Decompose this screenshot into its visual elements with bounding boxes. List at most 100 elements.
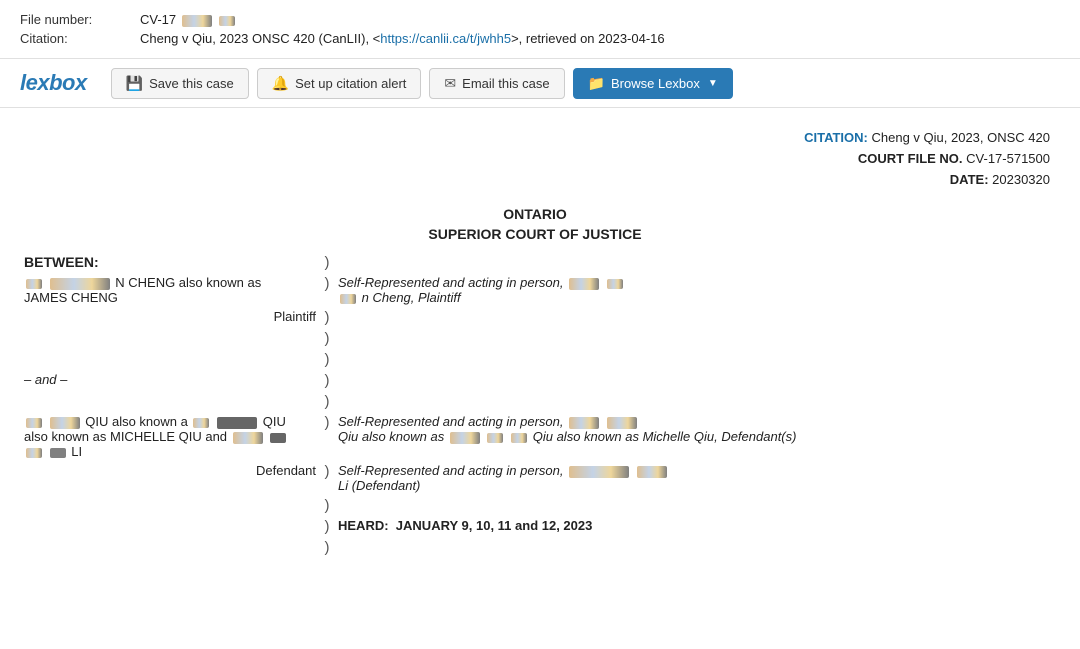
citation-alert-button[interactable]: 🔔 Set up citation alert: [257, 68, 422, 99]
email-case-label: Email this case: [462, 76, 549, 91]
and-separator-cell: – and –: [20, 370, 320, 391]
citation-block: CITATION: Cheng v Qiu, 2023, ONSC 420 CO…: [20, 128, 1050, 190]
browse-lexbox-label: Browse Lexbox: [611, 76, 700, 91]
redacted-srd-5: [511, 433, 527, 443]
self-rep-def-5: Li (Defendant): [338, 478, 420, 493]
plaintiff-role-cell: Plaintiff: [20, 307, 320, 328]
bracket-9: ): [320, 461, 334, 495]
email-icon: ✉: [444, 75, 456, 92]
spacer-row-3: ): [20, 391, 1050, 412]
defendant-name-part2: QIU: [263, 414, 286, 429]
spacer-row-1: ): [20, 328, 1050, 349]
defendant-name-row: QIU also known a QIU also known as MICHE…: [20, 412, 1050, 461]
redacted-srd-6: [569, 466, 629, 478]
jurisdiction: ONTARIO: [20, 206, 1050, 222]
bracket-11: ): [320, 516, 334, 537]
redacted-srd-7: [637, 466, 667, 478]
court-file-line: COURT FILE NO. CV-17-571500: [20, 149, 1050, 170]
bracket-4: ): [320, 328, 334, 349]
self-rep-plaintiff-2: n Cheng, Plaintiff: [362, 290, 461, 305]
self-rep-def-1: Self-Represented and acting in person,: [338, 414, 563, 429]
citation-link[interactable]: https://canlii.ca/t/jwhh5: [380, 31, 511, 46]
save-case-button[interactable]: 💾 Save this case: [111, 68, 249, 99]
redacted-sr-2: [607, 279, 623, 289]
redacted-srd-1: [569, 417, 599, 429]
redacted-block-1: [182, 15, 212, 27]
self-rep-plaintiff-text: Self-Represented and acting in person,: [338, 275, 563, 290]
file-number-row: File number: CV-17: [20, 12, 1060, 27]
right-empty-2: [334, 307, 1050, 328]
defendant-role: Defendant: [256, 463, 316, 478]
date-label: DATE:: [950, 172, 989, 187]
bracket-1: ): [320, 252, 334, 273]
email-case-button[interactable]: ✉ Email this case: [429, 68, 564, 99]
browse-lexbox-button[interactable]: 📁 Browse Lexbox ▼: [573, 68, 733, 99]
file-number-label: File number:: [20, 12, 140, 27]
court-heading: ONTARIO SUPERIOR COURT OF JUSTICE: [20, 206, 1050, 242]
redacted-def-4: [217, 417, 257, 429]
defendant-name-part3: also known as MICHELLE QIU and: [24, 429, 231, 444]
defendant-name-part1: QIU also known a: [85, 414, 188, 429]
heard-cell: HEARD: JANUARY 9, 10, 11 and 12, 2023: [334, 516, 1050, 537]
bracket-12: ): [320, 537, 334, 558]
bracket-7: ): [320, 391, 334, 412]
redacted-def-7: [26, 448, 42, 458]
save-case-label: Save this case: [149, 76, 234, 91]
court-file-label: COURT FILE NO.: [858, 151, 963, 166]
bracket-3: ): [320, 307, 334, 328]
right-empty-3: [334, 370, 1050, 391]
redacted-srd-4: [487, 433, 503, 443]
heard-value: JANUARY 9, 10, 11 and 12, 2023: [396, 518, 593, 533]
bracket-6: ): [320, 370, 334, 391]
plaintiff-name-cell: N CHENG also known asJAMES CHENG: [20, 273, 320, 307]
court-name: SUPERIOR COURT OF JUSTICE: [20, 226, 1050, 242]
bracket-10: ): [320, 495, 334, 516]
between-cell: BETWEEN:: [20, 252, 320, 273]
save-icon: 💾: [126, 75, 143, 92]
bracket-5: ): [320, 349, 334, 370]
self-rep-def-3: Qiu also known as Michelle Qiu, Defendan…: [533, 429, 797, 444]
redacted-plaintiff-1: [26, 279, 42, 289]
bell-icon: 🔔: [272, 75, 289, 92]
redacted-srd-2: [607, 417, 637, 429]
self-rep-li-cell: Self-Represented and acting in person, L…: [334, 461, 1050, 495]
lexbox-logo: lexbox: [20, 70, 87, 96]
right-empty-1: [334, 252, 1050, 273]
citation-label: Citation:: [20, 31, 140, 46]
date-line: DATE: 20230320: [20, 170, 1050, 191]
redacted-sr-3: [340, 294, 356, 304]
heard-row: ): [20, 495, 1050, 516]
self-rep-plaintiff-cell: Self-Represented and acting in person, n…: [334, 273, 1050, 307]
redacted-block-2: [219, 16, 235, 26]
parties-table: BETWEEN: ) N CHENG also known asJAMES CH…: [20, 252, 1050, 558]
plaintiff-role-row: Plaintiff ): [20, 307, 1050, 328]
heard-label: HEARD:: [338, 518, 389, 533]
metadata-section: File number: CV-17 Citation: Cheng v Qiu…: [0, 0, 1080, 58]
bracket-8: ): [320, 412, 334, 461]
dropdown-arrow-icon: ▼: [708, 78, 718, 89]
citation-value: Cheng v Qiu, 2023 ONSC 420 (CanLII), <ht…: [140, 31, 665, 46]
redacted-plaintiff-2: [50, 278, 110, 290]
between-label: BETWEEN:: [24, 254, 99, 270]
court-file-value: CV-17-571500: [966, 151, 1050, 166]
redacted-sr-1: [569, 278, 599, 290]
redacted-def-5: [233, 432, 263, 444]
citation-alert-label: Set up citation alert: [295, 76, 406, 91]
citation-line: CITATION: Cheng v Qiu, 2023, ONSC 420: [20, 128, 1050, 149]
plaintiff-role: Plaintiff: [274, 309, 316, 324]
redacted-def-1: [26, 418, 42, 428]
citation-row: Citation: Cheng v Qiu, 2023 ONSC 420 (Ca…: [20, 31, 1060, 46]
and-row: – and – ): [20, 370, 1050, 391]
redacted-def-6: [270, 433, 286, 443]
citation-block-label: CITATION:: [804, 130, 868, 145]
defendant-role-cell: Defendant: [20, 461, 320, 495]
bracket-2: ): [320, 273, 334, 307]
plaintiff-name-row: N CHENG also known asJAMES CHENG ) Self-…: [20, 273, 1050, 307]
citation-block-value: Cheng v Qiu, 2023, ONSC 420: [872, 130, 1051, 145]
file-number-value: CV-17: [140, 12, 237, 27]
toolbar: lexbox 💾 Save this case 🔔 Set up citatio…: [0, 58, 1080, 108]
folder-icon: 📁: [588, 75, 605, 92]
between-row: BETWEEN: ): [20, 252, 1050, 273]
self-rep-defendant-cell: Self-Represented and acting in person, Q…: [334, 412, 1050, 461]
spacer-row-2: ): [20, 349, 1050, 370]
